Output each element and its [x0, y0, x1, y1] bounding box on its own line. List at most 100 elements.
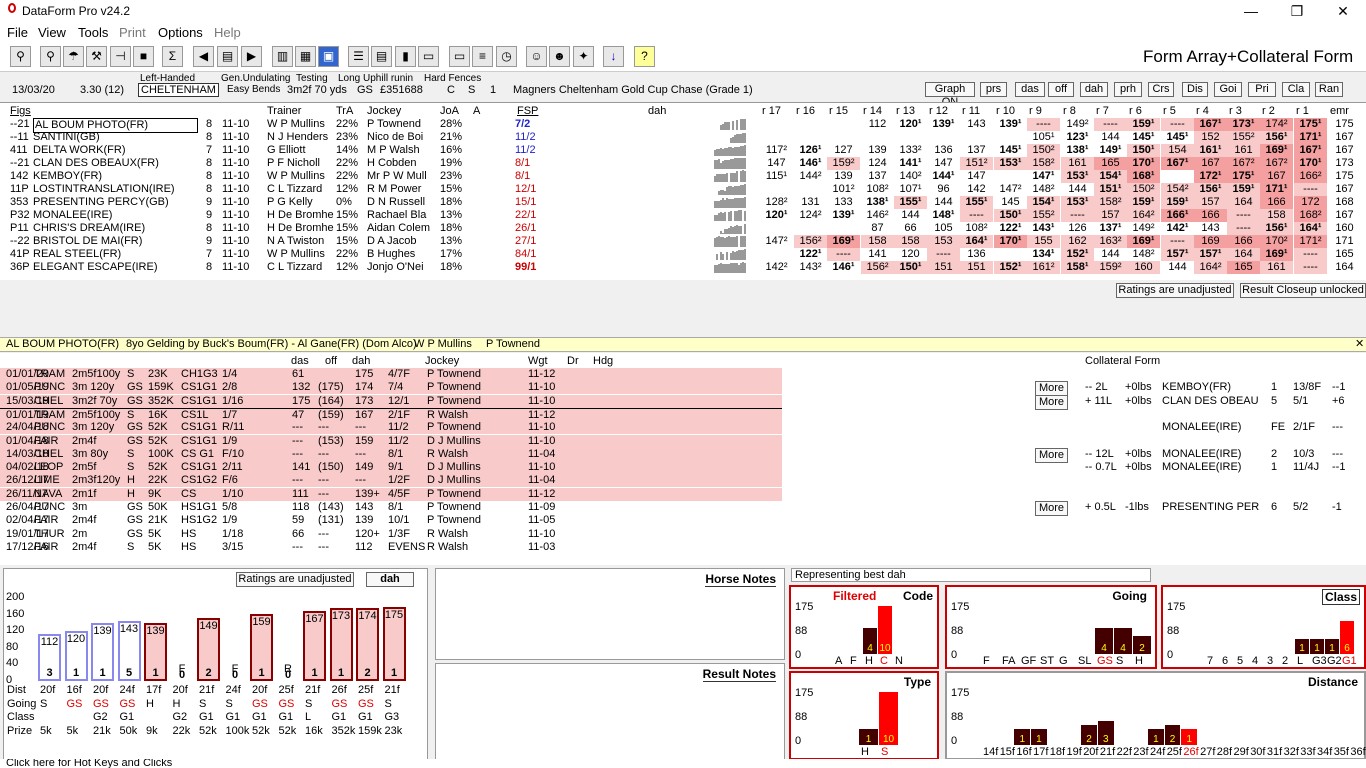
- form-row[interactable]: 19/01/17 THUR 2m GS 5K HS 1/18 66 --- 120+ 1/3F R W…: [0, 528, 782, 541]
- race-col-header[interactable]: r 9: [1029, 105, 1042, 117]
- numbered-list-icon[interactable]: ≡: [472, 46, 493, 67]
- mini-bar[interactable]: 1: [1181, 729, 1198, 745]
- binoculars-icon[interactable]: ⚲: [10, 46, 31, 67]
- form-col-das[interactable]: das: [291, 355, 309, 368]
- form-row[interactable]: 26/04/17 PUNC 3m GS 50K HS1G1 5/8 118 (143) 143 8/…: [0, 501, 782, 514]
- folder-icon[interactable]: ▭: [449, 46, 470, 67]
- form-row[interactable]: 26/11/17 NAVA 2m1f H 9K CS 1/10 111 --- 139+ 4/5F P…: [0, 487, 782, 501]
- race-col-header[interactable]: r 3: [1229, 105, 1242, 117]
- mini-bar[interactable]: 2: [1081, 725, 1097, 745]
- runner-row[interactable]: P32 MONALEE(IRE) 9 11-10 H De Bromhe 15% Racha…: [0, 209, 1366, 222]
- mini-bar[interactable]: 1: [859, 729, 878, 745]
- col-figs[interactable]: Figs: [10, 105, 31, 118]
- race-col-header[interactable]: r 4: [1196, 105, 1209, 117]
- list-view-icon[interactable]: ▥: [272, 46, 293, 67]
- menu-file[interactable]: File: [7, 25, 28, 40]
- mini-bar[interactable]: 3: [1097, 721, 1114, 745]
- menu-print[interactable]: Print: [119, 25, 146, 40]
- more-button[interactable]: More: [1035, 447, 1068, 463]
- race-col-header[interactable]: r 16: [796, 105, 815, 117]
- race-col-header[interactable]: r 8: [1063, 105, 1076, 117]
- person-icon[interactable]: ☺: [526, 46, 547, 67]
- rating-bar[interactable]: 139 1: [144, 623, 167, 681]
- rating-bar[interactable]: 173 1: [329, 608, 353, 681]
- hammer-icon[interactable]: ⚒: [86, 46, 107, 67]
- form-row[interactable]: 01/05/19 PUNC 3m 120y GS 159K CS1G1 2/8 132 (175…: [0, 381, 782, 395]
- runner-row[interactable]: 11P LOSTINTRANSLATION(IRE) 8 11-10 C L Tizza…: [0, 183, 1366, 196]
- view-button-das[interactable]: das: [1015, 82, 1045, 97]
- form-row[interactable]: 01/01/20 TRAM 2m5f100y S 23K CH1G3 1/4 61 175 4/7…: [0, 368, 782, 381]
- view-button-pri[interactable]: Pri: [1248, 82, 1276, 97]
- rating-bar[interactable]: F0: [224, 663, 247, 681]
- menu-options[interactable]: Options: [158, 25, 203, 40]
- mini-bar[interactable]: 1: [1031, 729, 1047, 745]
- form-col-off[interactable]: off: [325, 355, 337, 368]
- people-icon[interactable]: ☻: [549, 46, 570, 67]
- form-row[interactable]: 01/01/19 TRAM 2m5f100y S 16K CS1L 1/7 47 (159) 16…: [0, 407, 782, 421]
- rating-bar[interactable]: 175 1: [382, 607, 406, 681]
- race-col-header[interactable]: r 17: [762, 105, 781, 117]
- form-row[interactable]: 01/04/18 FAIR 2m4f GS 52K CS1G1 1/9 --- (153) 159…: [0, 434, 782, 448]
- timer-icon[interactable]: ◷: [496, 46, 517, 67]
- minimize-button[interactable]: —: [1228, 0, 1274, 22]
- runner-row[interactable]: P11 CHRIS'S DREAM(IRE) 8 11-10 H De Bromhe 15…: [0, 222, 1366, 235]
- lightbulb-icon[interactable]: ✦: [573, 46, 594, 67]
- race-col-header[interactable]: r 10: [996, 105, 1015, 117]
- runner-row[interactable]: --11 SANTINI(GB) 8 11-10 N J Henders 23% Nico …: [0, 131, 1366, 144]
- mini-bar[interactable]: 2: [1164, 725, 1181, 745]
- form-row[interactable]: 24/04/18 PUNC 3m 120y GS 52K CS1G1 R/11 --- --- -…: [0, 421, 782, 435]
- mini-bar[interactable]: 1: [1014, 729, 1031, 745]
- form-view-icon[interactable]: ▣: [318, 46, 339, 67]
- menu-view[interactable]: View: [38, 25, 66, 40]
- menu-help[interactable]: Help: [214, 25, 241, 40]
- rating-bar[interactable]: 143 5: [117, 621, 141, 681]
- rating-bar[interactable]: 159 1: [250, 614, 273, 681]
- split-view-icon[interactable]: ☰: [348, 46, 369, 67]
- menu-tools[interactable]: Tools: [78, 25, 108, 40]
- view-button-graph-on[interactable]: Graph ON: [925, 82, 975, 108]
- stop-icon[interactable]: ■: [133, 46, 154, 67]
- runner-row[interactable]: 142 KEMBOY(FR) 8 11-10 W P Mullins 22% Mr P W …: [0, 170, 1366, 183]
- view-button-dis[interactable]: Dis: [1182, 82, 1208, 97]
- rating-bar[interactable]: F0: [171, 663, 194, 681]
- table-icon[interactable]: ▤: [371, 46, 392, 67]
- form-row[interactable]: 15/03/19 CHEL 3m2f 70y GS 352K CS1G1 1/16 175 (1…: [0, 394, 782, 408]
- runner-row[interactable]: 411 DELTA WORK(FR) 7 11-10 G Elliott 14% M P W…: [0, 144, 1366, 157]
- race-col-header[interactable]: r 14: [863, 105, 882, 117]
- runner-row[interactable]: --21 CLAN DES OBEAUX(FR) 8 11-10 P F Nicholl…: [0, 157, 1366, 170]
- rating-bar[interactable]: 149 2: [197, 618, 220, 681]
- race-col-header[interactable]: r 12: [929, 105, 948, 117]
- view-button-crs[interactable]: Crs: [1148, 82, 1174, 97]
- form-col-jockey[interactable]: Jockey: [425, 355, 459, 368]
- maximize-button[interactable]: ❐: [1274, 0, 1320, 22]
- umbrella-icon[interactable]: ☂: [63, 46, 84, 67]
- form-row[interactable]: 26/12/17 LIME 2m3f120y H 22K CS1G2 F/6 --- --- --…: [0, 474, 782, 488]
- col-tra[interactable]: TrA: [336, 105, 353, 118]
- open-folder-icon[interactable]: ▤: [217, 46, 238, 67]
- result-closeup-button[interactable]: Result Closeup unlocked: [1240, 283, 1366, 298]
- col-a[interactable]: A: [473, 105, 480, 118]
- mini-bar[interactable]: 2: [1133, 636, 1151, 654]
- bars-ratings-button[interactable]: Ratings are unadjusted: [236, 572, 354, 587]
- help-icon[interactable]: ?: [634, 46, 655, 67]
- mini-bar[interactable]: 10: [878, 606, 892, 654]
- race-col-header[interactable]: r 11: [962, 105, 980, 117]
- race-col-header[interactable]: r 6: [1129, 105, 1142, 117]
- mini-bar[interactable]: 1: [1148, 729, 1164, 745]
- col-joa[interactable]: JoA: [440, 105, 459, 118]
- race-col-header[interactable]: r 13: [896, 105, 915, 117]
- form-col-wgt[interactable]: Wgt: [528, 355, 548, 368]
- form-col-hdg[interactable]: Hdg: [593, 355, 613, 368]
- runner-row[interactable]: 41P REAL STEEL(FR) 7 11-10 W P Mullins 22% B H…: [0, 248, 1366, 261]
- race-col-header[interactable]: r 5: [1163, 105, 1176, 117]
- more-button[interactable]: More: [1035, 394, 1068, 410]
- race-col-header[interactable]: r 15: [829, 105, 848, 117]
- pin-icon[interactable]: ⊣: [110, 46, 131, 67]
- close-window-button[interactable]: ✕: [1320, 0, 1366, 22]
- form-row[interactable]: 04/02/18 LEOP 2m5f S 52K CS1G1 2/11 141 (150) 149…: [0, 461, 782, 475]
- view-button-goi[interactable]: Goi: [1214, 82, 1242, 97]
- col-jockey[interactable]: Jockey: [367, 105, 401, 118]
- mini-bar[interactable]: 4: [1095, 628, 1113, 654]
- rating-bar[interactable]: 112 3: [38, 634, 61, 681]
- form-row[interactable]: 14/03/18 CHEL 3m 80y S 100K CS G1 F/10 --- --- --…: [0, 447, 782, 461]
